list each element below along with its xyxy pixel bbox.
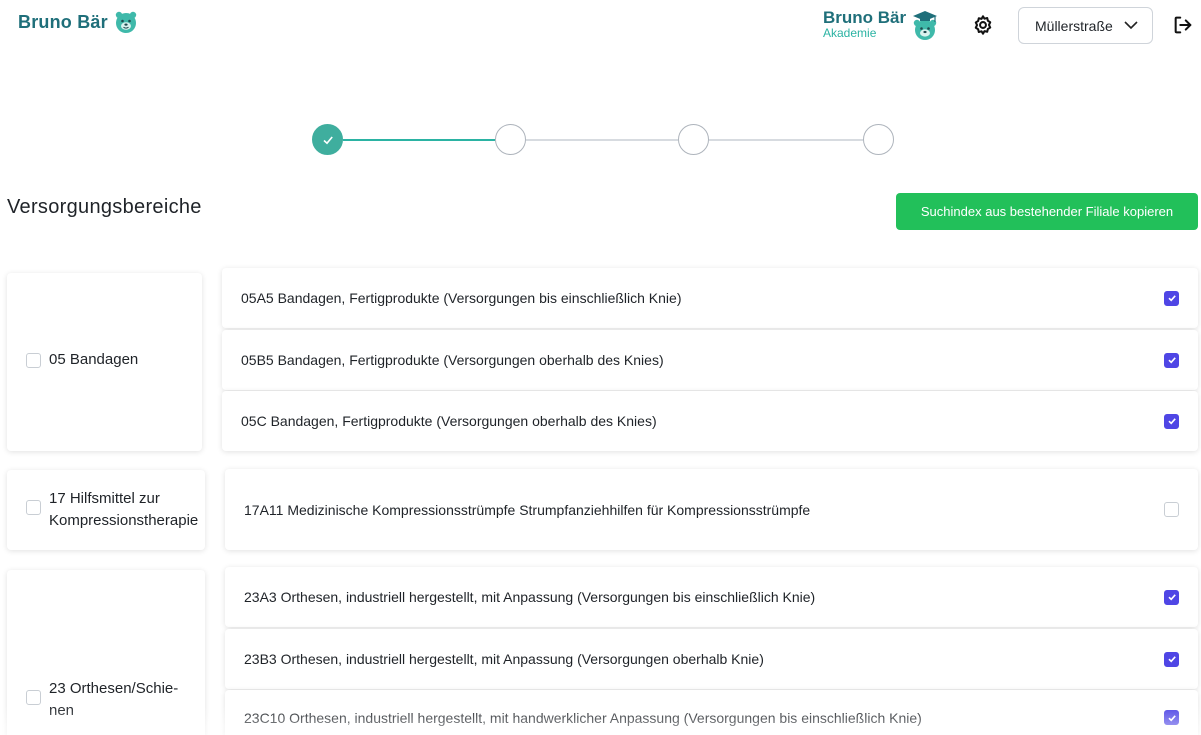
group-card-17: 17 Hilfsmittel zur Kompressionstherapie: [7, 470, 205, 550]
academy-link[interactable]: Bruno Bär Akademie: [823, 9, 938, 41]
bear-icon: [115, 11, 137, 33]
item-checkbox-23c10[interactable]: [1164, 710, 1179, 725]
step-4[interactable]: [863, 124, 894, 155]
gear-icon[interactable]: [972, 14, 994, 36]
group-card-23: 23 Orthesen/Schie- nen: [7, 570, 205, 735]
page-title: Versorgungsbereiche: [7, 196, 202, 218]
group-checkbox-17[interactable]: [26, 500, 41, 515]
progress-stepper: [312, 124, 894, 156]
group-label-17-line1: 17 Hilfsmittel zur: [49, 490, 160, 507]
check-icon: [1167, 357, 1176, 364]
item-checkbox-05a5[interactable]: [1164, 290, 1179, 306]
check-icon: [1167, 656, 1176, 663]
check-icon: [1167, 594, 1176, 601]
list-item-05a5[interactable]: 05A5 Bandagen, Fertigprodukte (Versorgun…: [222, 268, 1198, 328]
list-item-23a3[interactable]: 23A3 Orthesen, industriell hergestellt, …: [225, 567, 1198, 627]
group-label-17-line2: Kompressionstherapie: [49, 512, 199, 529]
step-3[interactable]: [678, 124, 709, 155]
top-header: Bruno Bär Bruno Bär Akademie Müllerstraß…: [0, 0, 1201, 52]
item-checkbox-05c[interactable]: [1164, 413, 1179, 429]
check-icon: [322, 135, 333, 144]
branch-select-value: Müllerstraße: [1035, 17, 1113, 34]
item-label: 05A5 Bandagen, Fertigprodukte (Versorgun…: [241, 290, 682, 306]
item-label: 17A11 Medizinische Kompressionsstrümpfe …: [244, 501, 811, 518]
group-checkbox-05[interactable]: [26, 353, 41, 368]
list-item-05b5[interactable]: 05B5 Bandagen, Fertigprodukte (Versorgun…: [222, 330, 1198, 390]
step-2[interactable]: [495, 124, 526, 155]
list-item-17a11[interactable]: 17A11 Medizinische Kompressionsstrümpfe …: [225, 469, 1198, 550]
copy-search-index-button[interactable]: Suchindex aus bestehender Filiale kopier…: [896, 193, 1198, 230]
step-connector-1: [343, 139, 495, 141]
item-label: 05B5 Bandagen, Fertigprodukte (Versorgun…: [241, 352, 664, 368]
step-connector-2: [526, 139, 678, 141]
chevron-down-icon: [1124, 21, 1138, 30]
check-icon: [1167, 295, 1176, 302]
step-connector-3: [709, 139, 863, 141]
group-label-05: 05 Bandagen: [49, 351, 139, 368]
item-checkbox-23b3[interactable]: [1164, 651, 1179, 667]
group-card-05: 05 Bandagen: [7, 273, 202, 451]
item-label: 23C10 Orthesen, industriell hergestellt,…: [244, 710, 922, 726]
brand-logo[interactable]: Bruno Bär: [18, 10, 138, 34]
item-checkbox-23a3[interactable]: [1164, 589, 1179, 605]
item-label: 23A3 Orthesen, industriell hergestellt, …: [244, 589, 816, 605]
item-label: 23B3 Orthesen, industriell hergestellt, …: [244, 651, 764, 667]
list-item-05c[interactable]: 05C Bandagen, Fertigprodukte (Versorgung…: [222, 391, 1198, 451]
logout-icon[interactable]: [1172, 14, 1194, 36]
academy-subtitle: Akademie: [823, 26, 877, 40]
group-label-23-line2: nen: [49, 702, 75, 719]
item-checkbox-17a11[interactable]: [1164, 502, 1179, 517]
check-icon: [1167, 714, 1176, 721]
list-item-23b3[interactable]: 23B3 Orthesen, industriell hergestellt, …: [225, 629, 1198, 689]
step-1[interactable]: [312, 124, 343, 155]
check-icon: [1167, 418, 1176, 425]
item-label: 05C Bandagen, Fertigprodukte (Versorgung…: [241, 413, 657, 429]
branch-select[interactable]: Müllerstraße: [1018, 7, 1153, 44]
group-checkbox-23[interactable]: [26, 690, 41, 705]
list-item-23c10[interactable]: 23C10 Orthesen, industriell hergestellt,…: [225, 690, 1198, 735]
academy-name: Bruno Bär: [823, 8, 907, 27]
item-checkbox-05b5[interactable]: [1164, 352, 1179, 368]
graduation-bear-icon: [913, 11, 938, 40]
group-label-23-line1: 23 Orthesen/Schie-: [49, 680, 179, 697]
brand-name: Bruno Bär: [18, 11, 108, 32]
